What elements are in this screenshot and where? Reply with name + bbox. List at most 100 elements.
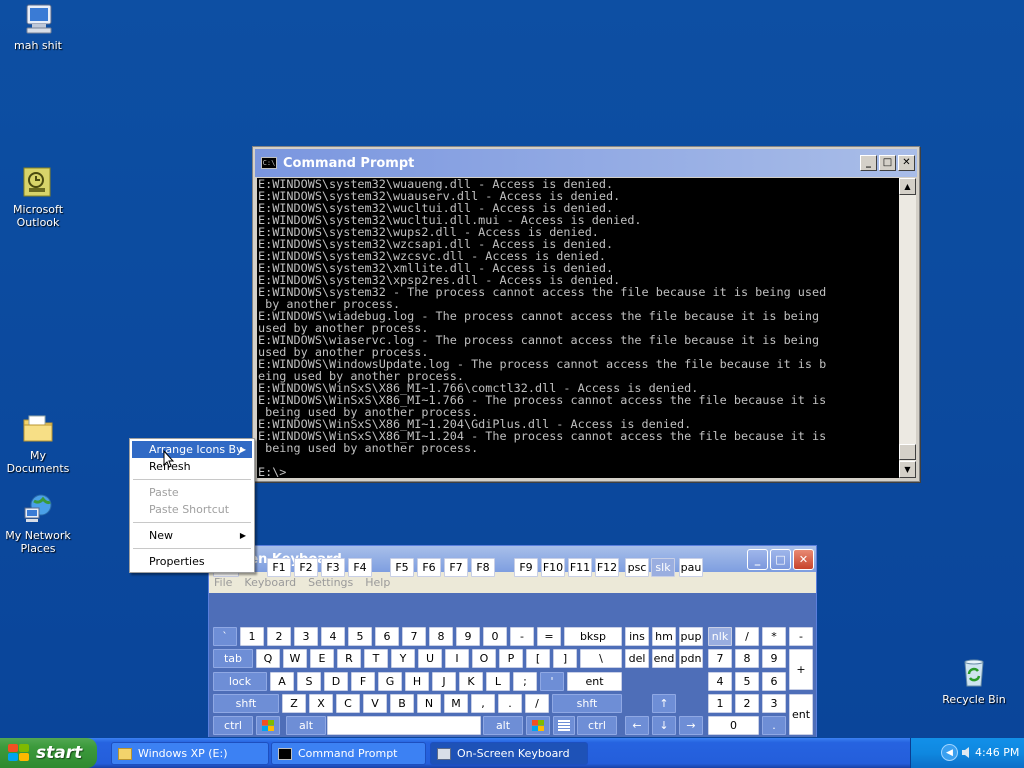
key-i[interactable]: I xyxy=(445,649,469,668)
clock[interactable]: 4:46 PM xyxy=(975,746,1019,759)
key-pup[interactable]: pup xyxy=(679,627,703,646)
desktop-icon-recycle-bin[interactable]: Recycle Bin xyxy=(936,656,1012,706)
close-button[interactable]: ✕ xyxy=(898,155,915,171)
key-f4[interactable]: F4 xyxy=(348,558,372,577)
key-h[interactable]: H xyxy=(405,672,429,691)
key-f12[interactable]: F12 xyxy=(595,558,619,577)
key-f11[interactable]: F11 xyxy=(568,558,592,577)
key-k5[interactable]: 5 xyxy=(735,672,759,691)
key-n9[interactable]: 9 xyxy=(456,627,480,646)
key-b[interactable]: B xyxy=(390,694,414,713)
cmd-titlebar[interactable]: C:\ Command Prompt _ □ ✕ xyxy=(255,149,917,177)
vertical-scrollbar[interactable]: ▲ ▼ xyxy=(899,178,916,478)
key-comma[interactable]: , xyxy=(471,694,495,713)
key-del[interactable]: del xyxy=(625,649,649,668)
tray-expand-button[interactable]: ◀ xyxy=(941,744,958,761)
key-pdn[interactable]: pdn xyxy=(679,649,703,668)
console-output[interactable]: E:WINDOWS\system32\wuaueng.dll - Access … xyxy=(257,178,899,478)
key-w[interactable]: W xyxy=(283,649,307,668)
key-a[interactable]: A xyxy=(270,672,294,691)
key-period[interactable]: . xyxy=(498,694,522,713)
key-g[interactable]: G xyxy=(378,672,402,691)
key-alt[interactable]: alt xyxy=(286,716,326,735)
key-ent[interactable]: ent xyxy=(567,672,622,691)
key-ctrl2[interactable]: ctrl xyxy=(577,716,617,735)
key-f2[interactable]: F2 xyxy=(294,558,318,577)
key-n[interactable]: N xyxy=(417,694,441,713)
key-kent[interactable]: ent xyxy=(789,694,813,735)
key-tab[interactable]: tab xyxy=(213,649,253,668)
key-f5[interactable]: F5 xyxy=(390,558,414,577)
key-r[interactable]: R xyxy=(337,649,361,668)
key-fslash[interactable]: / xyxy=(525,694,549,713)
key-kplus[interactable]: + xyxy=(789,649,813,690)
key-n2[interactable]: 2 xyxy=(267,627,291,646)
key-n1[interactable]: 1 xyxy=(240,627,264,646)
key-f6[interactable]: F6 xyxy=(417,558,441,577)
key-v[interactable]: V xyxy=(363,694,387,713)
key-n7[interactable]: 7 xyxy=(402,627,426,646)
key-k9[interactable]: 9 xyxy=(762,649,786,668)
key-shft2[interactable]: shft xyxy=(552,694,622,713)
key-k7[interactable]: 7 xyxy=(708,649,732,668)
key-d[interactable]: D xyxy=(324,672,348,691)
key-star[interactable]: * xyxy=(762,627,786,646)
key-k0[interactable]: 0 xyxy=(708,716,759,735)
key-right[interactable]: → xyxy=(679,716,703,735)
key-k8[interactable]: 8 xyxy=(735,649,759,668)
key-quote[interactable]: ' xyxy=(540,672,564,691)
menu-item-refresh[interactable]: Refresh xyxy=(132,458,252,475)
menu-item-new[interactable]: New ▶ xyxy=(132,527,252,544)
osk-minimize-button[interactable]: _ xyxy=(747,548,768,570)
key-k1[interactable]: 1 xyxy=(708,694,732,713)
key-backtick[interactable]: ` xyxy=(213,627,237,646)
scroll-down-button[interactable]: ▼ xyxy=(899,461,916,478)
key-semi[interactable]: ; xyxy=(513,672,537,691)
key-menu[interactable] xyxy=(553,716,575,735)
start-button[interactable]: start xyxy=(0,738,97,768)
command-prompt-window[interactable]: C:\ Command Prompt _ □ ✕ E:WINDOWS\syste… xyxy=(252,146,920,482)
key-lbr[interactable]: [ xyxy=(526,649,550,668)
key-c[interactable]: C xyxy=(336,694,360,713)
key-l[interactable]: L xyxy=(486,672,510,691)
key-psc[interactable]: psc xyxy=(625,558,649,577)
menu-help[interactable]: Help xyxy=(365,576,390,589)
key-shft[interactable]: shft xyxy=(213,694,279,713)
key-m[interactable]: M xyxy=(444,694,468,713)
key-j[interactable]: J xyxy=(432,672,456,691)
key-s[interactable]: S xyxy=(297,672,321,691)
key-alt2[interactable]: alt xyxy=(483,716,523,735)
key-f10[interactable]: F10 xyxy=(541,558,565,577)
key-kdot[interactable]: . xyxy=(762,716,786,735)
menu-item-properties[interactable]: Properties xyxy=(132,553,252,570)
key-n3[interactable]: 3 xyxy=(294,627,318,646)
key-nlk[interactable]: nlk xyxy=(708,627,732,646)
desktop-icon-network[interactable]: My Network Places xyxy=(0,492,76,555)
menu-settings[interactable]: Settings xyxy=(308,576,353,589)
scroll-up-button[interactable]: ▲ xyxy=(899,178,916,195)
key-windows-right[interactable] xyxy=(526,716,550,735)
key-n5[interactable]: 5 xyxy=(348,627,372,646)
key-ins[interactable]: ins xyxy=(625,627,649,646)
minimize-button[interactable]: _ xyxy=(860,155,877,171)
key-z[interactable]: Z xyxy=(282,694,306,713)
key-bksp[interactable]: bksp xyxy=(564,627,622,646)
key-f[interactable]: F xyxy=(351,672,375,691)
desktop-icon-computer[interactable]: mah shit xyxy=(0,2,76,52)
desktop-icon-outlook[interactable]: Microsoft Outlook xyxy=(0,166,76,229)
scroll-thumb[interactable] xyxy=(899,444,916,460)
key-rbr[interactable]: ] xyxy=(553,649,577,668)
key-p[interactable]: P xyxy=(499,649,523,668)
key-k3[interactable]: 3 xyxy=(762,694,786,713)
key-down[interactable]: ↓ xyxy=(652,716,676,735)
key-o[interactable]: O xyxy=(472,649,496,668)
key-f7[interactable]: F7 xyxy=(444,558,468,577)
key-lock[interactable]: lock xyxy=(213,672,267,691)
key-u[interactable]: U xyxy=(418,649,442,668)
key-q[interactable]: Q xyxy=(256,649,280,668)
desktop[interactable]: mah shit Microsoft Outlook My Documents xyxy=(0,0,1024,738)
key-f3[interactable]: F3 xyxy=(321,558,345,577)
osk-close-button[interactable]: ✕ xyxy=(793,548,814,570)
key-e[interactable]: E xyxy=(310,649,334,668)
key-k2[interactable]: 2 xyxy=(735,694,759,713)
